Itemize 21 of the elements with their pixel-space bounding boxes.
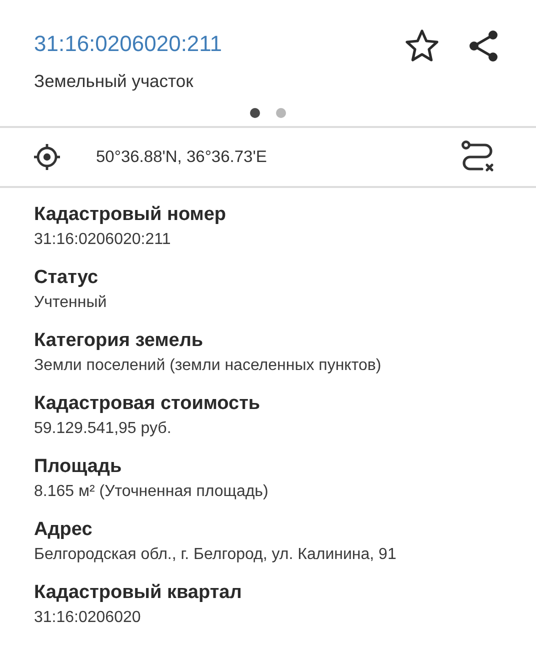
coordinates: 50°36.88'N, 36°36.73'E [96, 148, 268, 166]
field-label: Площадь [34, 455, 123, 479]
page-dot[interactable] [276, 108, 286, 118]
field-label: Кадастровый квартал [34, 581, 243, 605]
field-value: 59.129.541,95 руб. [34, 419, 172, 439]
parcel-type: Земельный участок [34, 71, 194, 92]
field-value: Белгородская обл., г. Белгород, ул. Калинина, 91 [34, 545, 398, 565]
field-label: Статус [34, 266, 100, 290]
field-label: Категория земель [34, 329, 204, 353]
field-value: 31:16:0206020 [34, 608, 142, 628]
field-value: 31:16:0206020:211 [34, 230, 172, 250]
crosshair-icon[interactable] [32, 142, 62, 172]
field-label: Кадастровый номер [34, 203, 228, 227]
field-label: Адрес [34, 518, 94, 542]
page-dot[interactable] [250, 108, 260, 118]
field-value: Земли поселений (земли населенных пунктов) [34, 356, 382, 376]
star-icon[interactable] [404, 28, 440, 64]
parcel-number-title: 31:16:0206020:211 [34, 30, 222, 58]
field-label: Кадастровая стоимость [34, 392, 262, 416]
field-value: 8.165 м² (Уточненная площадь) [34, 482, 270, 502]
field-value: Учтенный [34, 293, 108, 313]
